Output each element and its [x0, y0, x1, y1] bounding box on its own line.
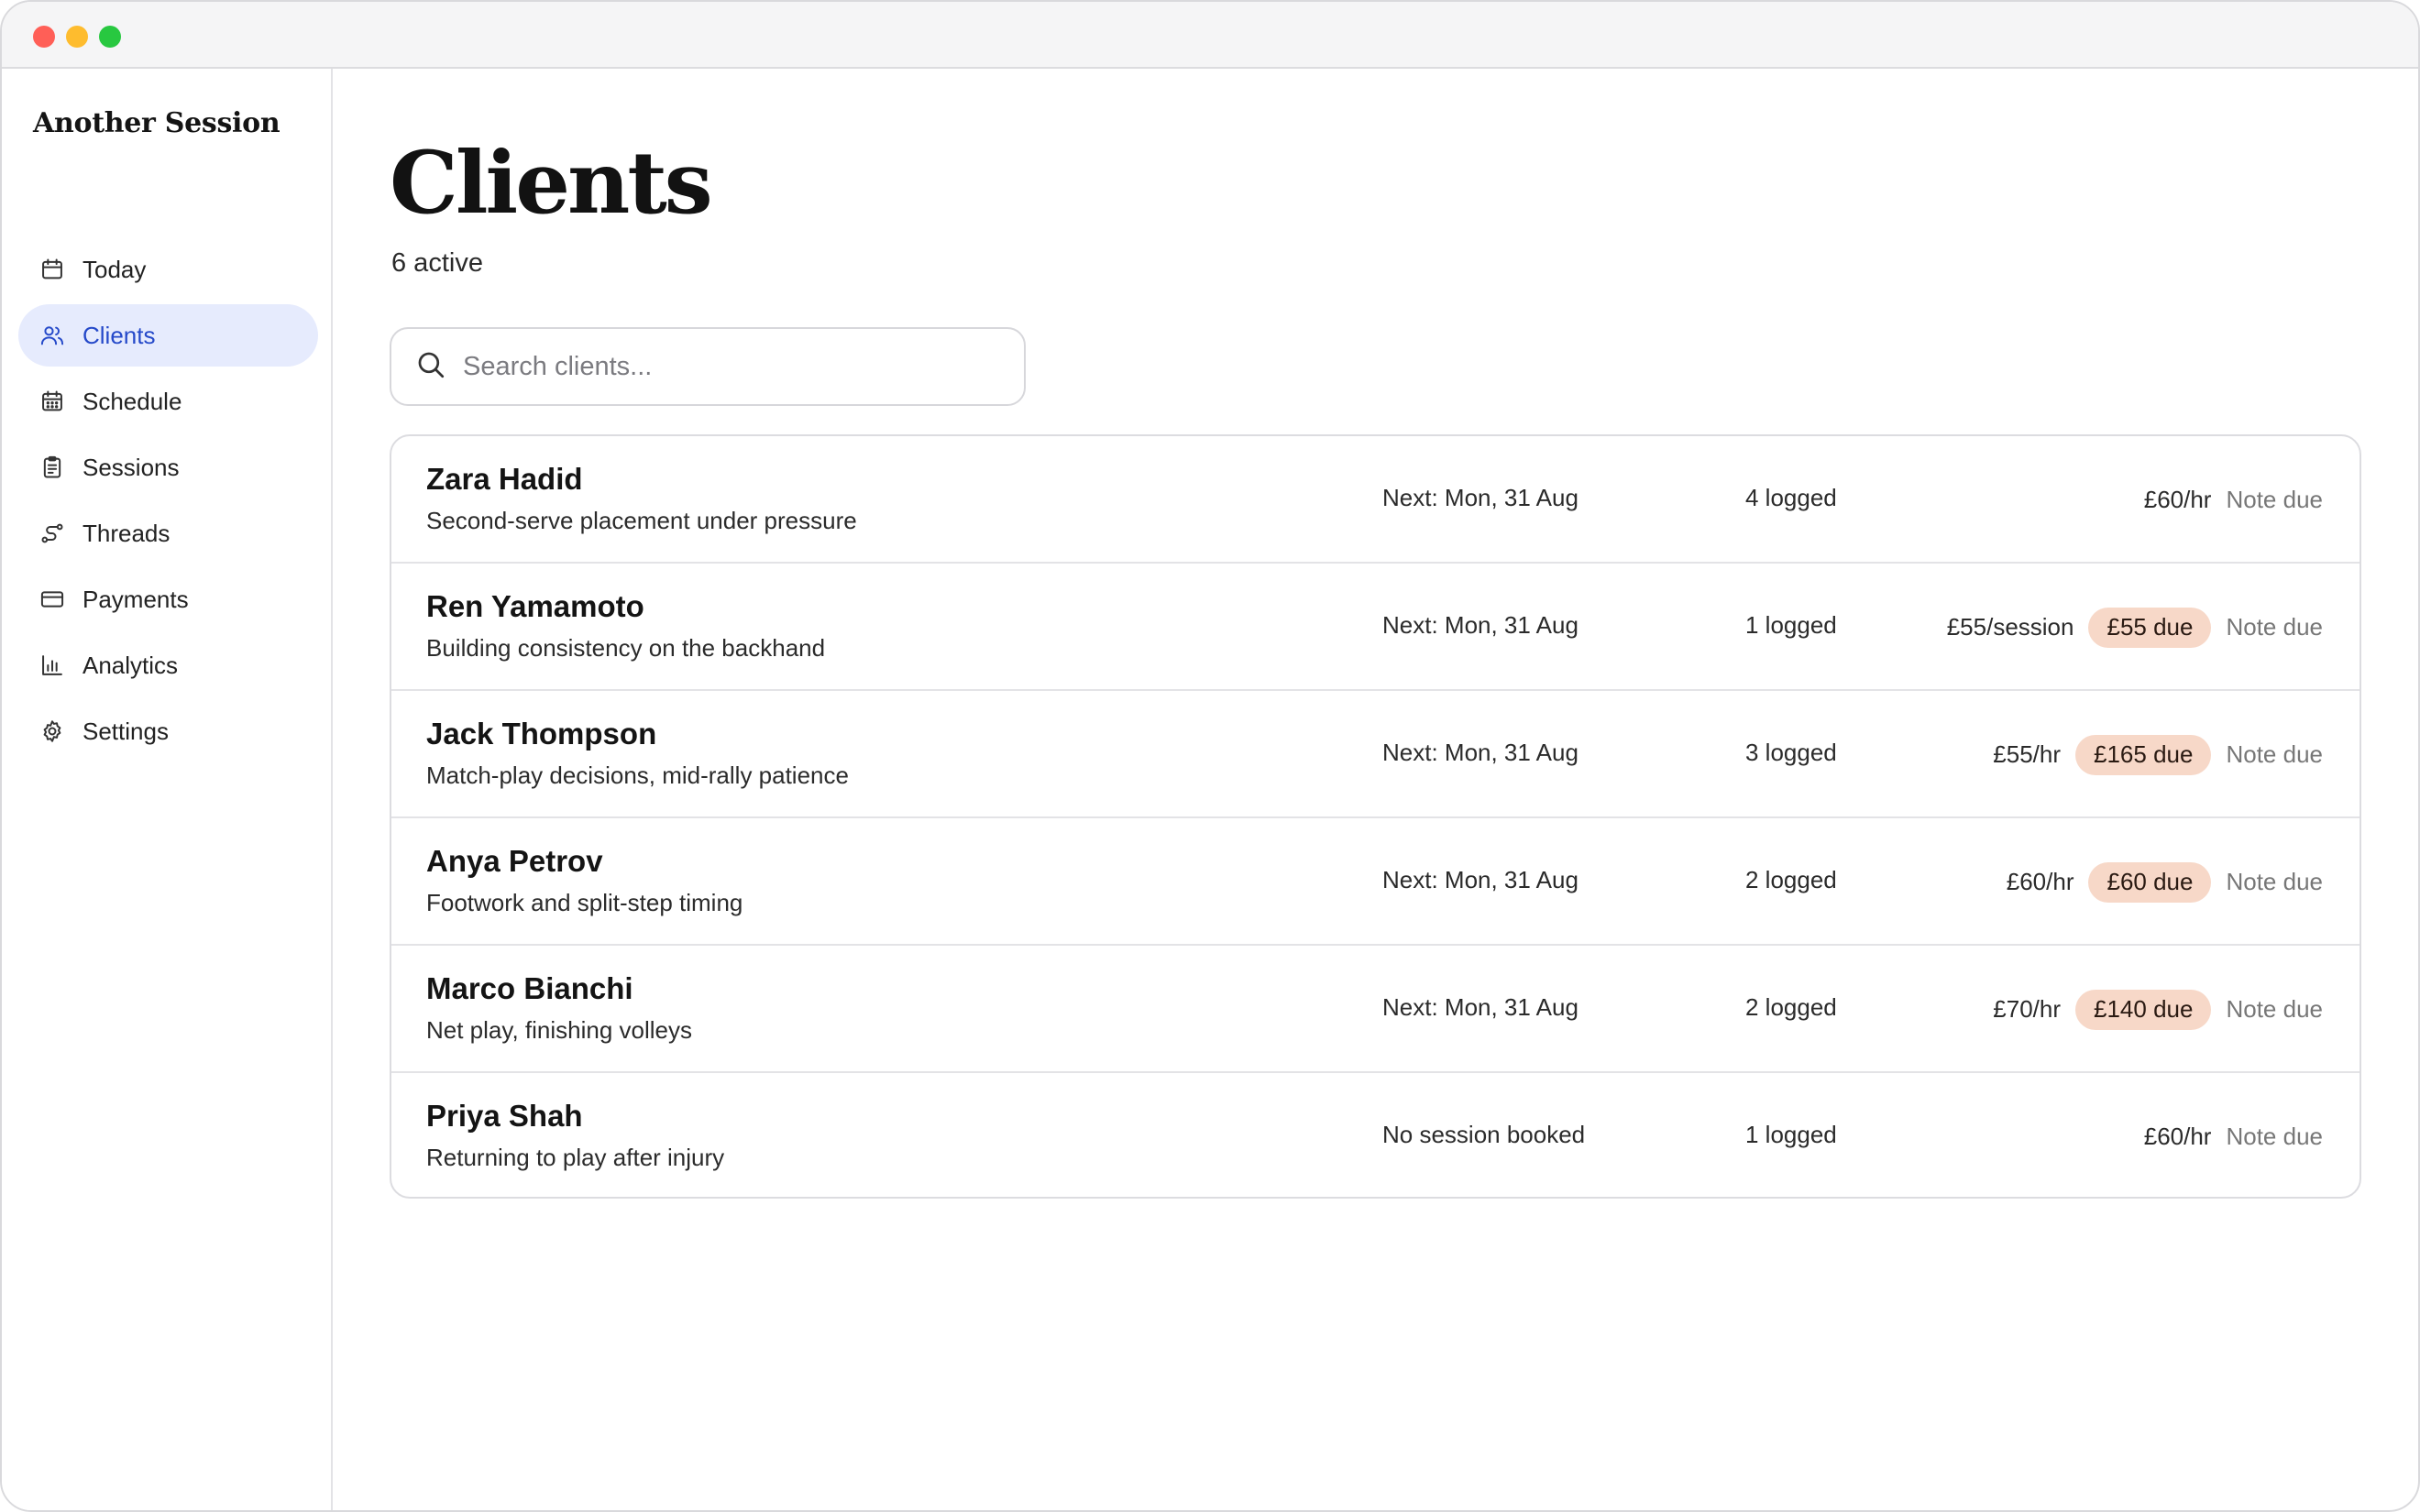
client-row[interactable]: Ren Yamamoto Building consistency on the… — [391, 564, 2360, 691]
sidebar-item-label: Analytics — [82, 651, 179, 679]
amount-due-badge: £165 due — [2075, 734, 2212, 775]
rate: £60/hr — [2143, 486, 2212, 513]
rate: £70/hr — [1993, 995, 2062, 1023]
page-title: Clients — [390, 133, 713, 234]
sidebar-item-clients[interactable]: Clients — [18, 304, 318, 367]
note-due: Note due — [2226, 486, 2323, 513]
sidebar-item-analytics[interactable]: Analytics — [18, 634, 318, 696]
close-window-button[interactable] — [33, 26, 55, 48]
minimize-window-button[interactable] — [66, 26, 88, 48]
client-list: Zara Hadid Second-serve placement under … — [390, 434, 2361, 1199]
gear-icon — [38, 718, 66, 745]
sidebar-item-payments[interactable]: Payments — [18, 568, 318, 630]
next-session: Next: Mon, 31 Aug — [1382, 739, 1578, 766]
rate: £60/hr — [2006, 868, 2074, 895]
sidebar-item-schedule[interactable]: Schedule — [18, 370, 318, 433]
sidebar-item-label: Threads — [82, 519, 170, 547]
sidebar-item-label: Today — [82, 255, 147, 283]
client-focus: Net play, finishing volleys — [426, 1016, 692, 1044]
row-status: £55/hr £165 due Note due — [1993, 691, 2323, 818]
search-box[interactable] — [390, 327, 1026, 406]
users-icon — [38, 322, 66, 349]
main-content: Clients 6 active Zara Hadid Second-serve… — [335, 69, 2418, 1510]
note-due: Note due — [2226, 868, 2323, 895]
logged-count: 2 logged — [1745, 866, 1837, 893]
client-focus: Match-play decisions, mid-rally patience — [426, 761, 849, 789]
sidebar: Another Session Today Clients Schedule S… — [2, 69, 333, 1510]
row-status: £55/session £55 due Note due — [1947, 564, 2323, 691]
row-status: £60/hr Note due — [2144, 436, 2323, 564]
row-status: £60/hr £60 due Note due — [2007, 818, 2323, 946]
rate: £60/hr — [2143, 1123, 2212, 1150]
client-name: Marco Bianchi — [426, 971, 633, 1005]
note-due: Note due — [2226, 995, 2323, 1023]
sidebar-item-label: Sessions — [82, 453, 180, 481]
sidebar-item-label: Payments — [82, 585, 189, 613]
sidebar-item-sessions[interactable]: Sessions — [18, 436, 318, 499]
search-input[interactable] — [463, 351, 976, 382]
bar-chart-icon — [38, 652, 66, 679]
row-status: £70/hr £140 due Note due — [1993, 946, 2323, 1073]
sidebar-item-label: Schedule — [82, 387, 182, 415]
logged-count: 1 logged — [1745, 1121, 1837, 1148]
calendar-grid-icon — [38, 388, 66, 415]
sidebar-item-today[interactable]: Today — [18, 238, 318, 301]
amount-due-badge: £140 due — [2075, 989, 2212, 1030]
sidebar-item-settings[interactable]: Settings — [18, 700, 318, 762]
app-brand: Another Session — [33, 107, 280, 139]
next-session: Next: Mon, 31 Aug — [1382, 484, 1578, 511]
client-focus: Second-serve placement under pressure — [426, 507, 857, 534]
amount-due-badge: £55 due — [2088, 607, 2212, 648]
client-name: Jack Thompson — [426, 717, 657, 751]
logged-count: 2 logged — [1745, 993, 1837, 1021]
logged-count: 3 logged — [1745, 739, 1837, 766]
client-row[interactable]: Marco Bianchi Net play, finishing volley… — [391, 946, 2360, 1073]
rate: £55/session — [1946, 613, 2074, 641]
next-session: Next: Mon, 31 Aug — [1382, 611, 1578, 639]
next-session: Next: Mon, 31 Aug — [1382, 866, 1578, 893]
sidebar-item-threads[interactable]: Threads — [18, 502, 318, 564]
client-row[interactable]: Priya Shah Returning to play after injur… — [391, 1073, 2360, 1197]
client-row[interactable]: Anya Petrov Footwork and split-step timi… — [391, 818, 2360, 946]
credit-card-icon — [38, 586, 66, 613]
note-due: Note due — [2226, 740, 2323, 768]
logged-count: 1 logged — [1745, 611, 1837, 639]
note-due: Note due — [2226, 613, 2323, 641]
active-count: 6 active — [391, 248, 483, 278]
route-icon — [38, 520, 66, 547]
app-window: Another Session Today Clients Schedule S… — [0, 0, 2420, 1512]
client-focus: Footwork and split-step timing — [426, 889, 743, 916]
note-due: Note due — [2226, 1123, 2323, 1150]
client-name: Zara Hadid — [426, 462, 583, 496]
sidebar-item-label: Clients — [82, 321, 156, 349]
clipboard-icon — [38, 454, 66, 481]
row-status: £60/hr Note due — [2143, 1073, 2323, 1197]
client-row[interactable]: Jack Thompson Match-play decisions, mid-… — [391, 691, 2360, 818]
calendar-icon — [38, 256, 66, 283]
sidebar-item-label: Settings — [82, 717, 169, 745]
next-session: No session booked — [1382, 1121, 1586, 1148]
client-name: Priya Shah — [426, 1099, 583, 1133]
next-session: Next: Mon, 31 Aug — [1382, 993, 1578, 1021]
amount-due-badge: £60 due — [2088, 861, 2212, 903]
client-focus: Returning to play after injury — [426, 1144, 725, 1171]
client-name: Anya Petrov — [426, 844, 603, 878]
title-bar — [2, 2, 2418, 69]
logged-count: 4 logged — [1745, 484, 1837, 511]
client-row[interactable]: Zara Hadid Second-serve placement under … — [391, 436, 2360, 564]
zoom-window-button[interactable] — [99, 26, 121, 48]
rate: £55/hr — [1993, 740, 2062, 768]
search-icon — [415, 349, 463, 385]
client-focus: Building consistency on the backhand — [426, 634, 826, 662]
client-name: Ren Yamamoto — [426, 589, 644, 623]
